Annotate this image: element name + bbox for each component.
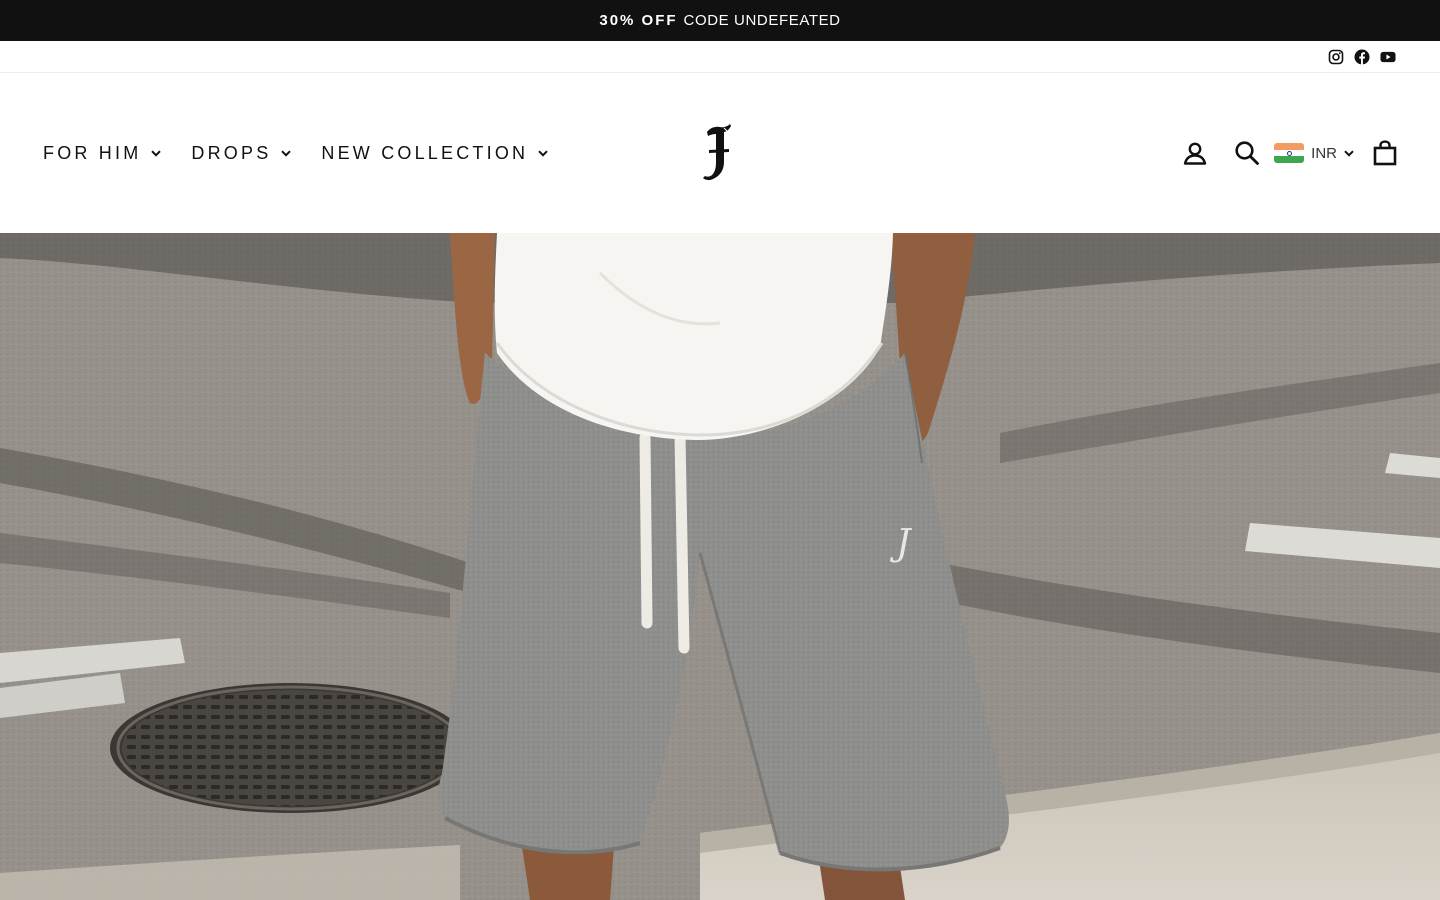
chevron-down-icon <box>151 149 162 157</box>
announcement-bar[interactable]: 30% OFF CODE UNDEFEATED <box>0 0 1440 41</box>
brand-logo-mark <box>703 124 731 181</box>
instagram-icon[interactable] <box>1328 49 1344 65</box>
announcement-text: CODE UNDEFEATED <box>683 12 841 29</box>
header-tools: INR <box>1182 73 1398 233</box>
account-icon[interactable] <box>1182 141 1208 165</box>
cart-icon[interactable] <box>1372 140 1398 166</box>
nav-item-for-him[interactable]: FOR HIM <box>43 142 162 164</box>
nav-item-new-collection[interactable]: NEW COLLECTION <box>321 143 548 164</box>
nav-item-label: FOR HIM <box>43 142 142 163</box>
youtube-icon[interactable] <box>1380 49 1396 65</box>
site-header: FOR HIM DROPS NEW COLLECTION INR <box>0 73 1440 233</box>
social-links <box>0 41 1440 73</box>
facebook-icon[interactable] <box>1354 49 1370 65</box>
search-icon[interactable] <box>1234 140 1260 166</box>
hero-banner[interactable]: J <box>0 233 1440 900</box>
india-flag-icon <box>1274 143 1305 163</box>
main-nav: FOR HIM DROPS NEW COLLECTION <box>43 73 548 233</box>
nav-item-drops[interactable]: DROPS <box>191 142 292 164</box>
chevron-down-icon <box>538 149 548 157</box>
currency-selector[interactable]: INR <box>1274 143 1354 163</box>
chevron-down-icon <box>281 149 292 157</box>
nav-item-label: DROPS <box>191 142 272 163</box>
nav-item-label: NEW COLLECTION <box>321 142 529 163</box>
chevron-down-icon <box>1344 149 1354 157</box>
announcement-highlight: 30% OFF <box>599 12 678 29</box>
currency-code: INR <box>1311 144 1337 162</box>
hero-image: J <box>0 233 1440 900</box>
brand-logo[interactable] <box>690 120 746 186</box>
